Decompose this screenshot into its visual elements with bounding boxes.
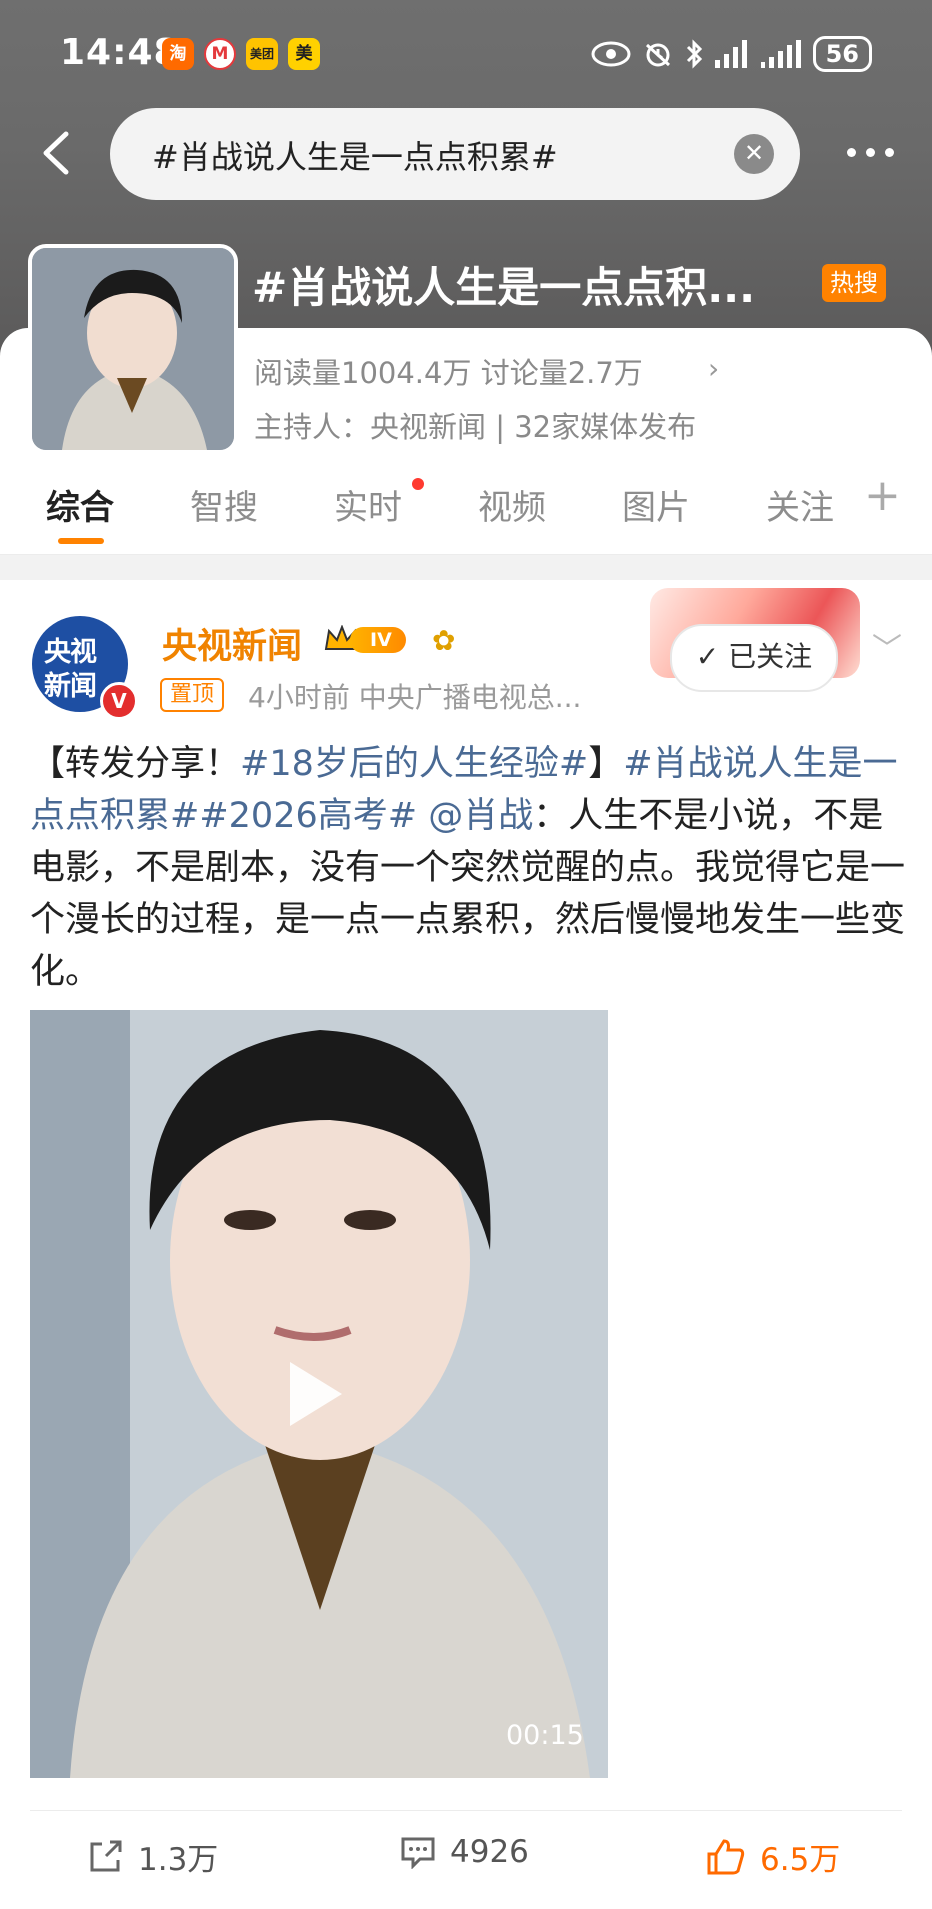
system-icons: 56 bbox=[591, 36, 872, 72]
back-arrow-icon[interactable] bbox=[36, 130, 76, 176]
vip-level: IV bbox=[350, 627, 406, 653]
alarm-icon bbox=[645, 43, 670, 67]
tab-smart-search[interactable]: 智搜 bbox=[190, 480, 258, 529]
active-tab-indicator bbox=[58, 538, 104, 544]
tab-bar: 综合 智搜 实时 视频 图片 关注 bbox=[0, 470, 932, 555]
post-meta: 4小时前 中央广播电视总... bbox=[248, 681, 582, 714]
author-name[interactable]: 央视新闻 bbox=[162, 618, 302, 669]
repost-button[interactable]: 1.3万 bbox=[88, 1834, 218, 1879]
following-button[interactable]: ✓ 已关注 bbox=[670, 624, 838, 692]
chevron-down-icon[interactable]: ﹀ bbox=[872, 624, 902, 668]
play-icon[interactable] bbox=[290, 1362, 342, 1426]
chevron-right-icon[interactable]: › bbox=[708, 352, 719, 385]
notification-dot bbox=[412, 478, 424, 490]
repost-count: 1.3万 bbox=[138, 1842, 219, 1878]
taobao-icon: 淘 bbox=[162, 38, 194, 70]
eye-icon bbox=[591, 41, 631, 67]
more-options-icon[interactable] bbox=[847, 148, 894, 157]
topic-thumbnail[interactable] bbox=[28, 244, 238, 454]
comment-button[interactable]: 4926 bbox=[400, 1834, 529, 1870]
bluetooth-icon bbox=[686, 39, 702, 69]
text-prefix: 【转发分享！ bbox=[30, 744, 241, 784]
like-count: 6.5万 bbox=[760, 1842, 841, 1878]
tab-pictures[interactable]: 图片 bbox=[622, 480, 690, 529]
add-tab-icon[interactable]: + bbox=[864, 470, 901, 521]
portrait-image bbox=[32, 248, 234, 450]
clear-search-button[interactable]: ✕ bbox=[734, 134, 774, 174]
search-input[interactable]: #肖战说人生是一点点积累# bbox=[152, 132, 558, 178]
flower-icon: ✿ bbox=[432, 624, 456, 657]
share-icon bbox=[90, 1840, 122, 1871]
vip-level-badge: IV bbox=[324, 624, 406, 656]
meituan-icon: 美团 bbox=[246, 38, 278, 70]
hashtag-link[interactable]: #18岁后的人生经验# bbox=[240, 744, 588, 784]
verified-icon: V bbox=[100, 682, 138, 720]
mention-link[interactable]: @肖战 bbox=[417, 796, 533, 836]
thumbs-up-icon bbox=[707, 1838, 745, 1874]
battery-indicator: 56 bbox=[812, 36, 872, 72]
mcdonalds-icon: M bbox=[204, 38, 236, 70]
comment-icon bbox=[401, 1837, 435, 1869]
post-text: 【转发分享！#18岁后的人生经验#】#肖战说人生是一点点积累##2026高考# … bbox=[30, 738, 910, 998]
topic-title: #肖战说人生是一点点积... bbox=[252, 263, 756, 312]
like-button[interactable]: 6.5万 bbox=[706, 1834, 840, 1879]
notification-app-icons: 淘 M 美团 美 bbox=[162, 38, 320, 70]
tab-comprehensive[interactable]: 综合 bbox=[46, 480, 114, 529]
meituan-waimai-icon: 美 bbox=[288, 38, 320, 70]
signal-icon bbox=[714, 40, 747, 68]
text-mid: 】 bbox=[588, 744, 624, 784]
video-duration: 00:15 bbox=[506, 1720, 584, 1751]
topic-host: 主持人：央视新闻 | 32家媒体发布 bbox=[254, 410, 697, 444]
signal-icon-2 bbox=[760, 40, 801, 68]
pinned-badge: 置顶 bbox=[160, 678, 225, 712]
following-label: 已关注 bbox=[728, 640, 813, 673]
status-bar: 14:48 淘 M 美团 美 56 bbox=[0, 0, 932, 110]
comment-count: 4926 bbox=[450, 1834, 529, 1870]
hot-search-badge: 热搜 bbox=[822, 264, 886, 302]
tab-video[interactable]: 视频 bbox=[478, 480, 546, 529]
hashtag-link[interactable]: #2026高考# bbox=[199, 796, 417, 836]
search-bar[interactable]: #肖战说人生是一点点积累# ✕ bbox=[110, 108, 800, 200]
tab-realtime[interactable]: 实时 bbox=[334, 480, 402, 529]
avatar-text-line2: 新闻 bbox=[44, 671, 97, 702]
topic-stats[interactable]: 阅读量1004.4万 讨论量2.7万 bbox=[254, 350, 643, 392]
tab-following[interactable]: 关注 bbox=[766, 480, 834, 529]
